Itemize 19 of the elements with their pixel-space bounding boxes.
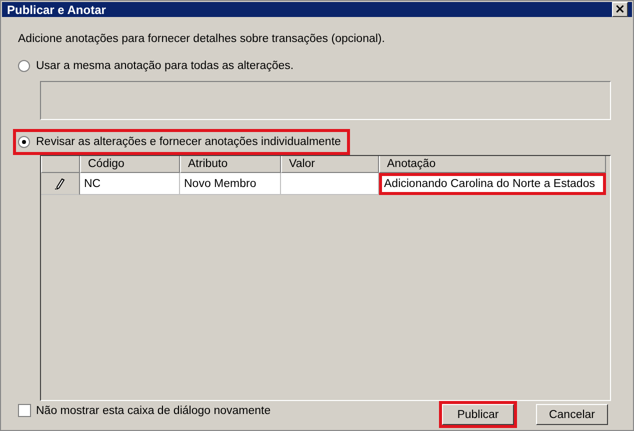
row-selector[interactable] xyxy=(41,173,80,195)
radio-button[interactable] xyxy=(18,136,30,148)
dialog-button[interactable]: Cancelar xyxy=(536,404,608,425)
column-header[interactable]: Atributo xyxy=(180,156,281,173)
column-header[interactable]: Valor xyxy=(281,156,379,173)
window-title: Publicar e Anotar xyxy=(7,2,106,16)
checkbox-label[interactable]: Não mostrar esta caixa de diálogo novamente xyxy=(36,404,271,416)
radio-button[interactable] xyxy=(18,60,30,72)
column-header[interactable]: Código xyxy=(80,156,180,173)
radio-label[interactable]: Usar a mesma anotação para todas as alterações. xyxy=(36,60,294,72)
checkbox[interactable] xyxy=(18,404,31,417)
table-cell: Adicionando Carolina do Norte a Estados xyxy=(379,173,606,195)
dialog-button[interactable]: Publicar xyxy=(442,404,514,425)
column-header[interactable]: Anotação xyxy=(379,156,606,173)
radio-label[interactable]: Revisar as alterações e fornecer anotações individualmente xyxy=(36,136,341,148)
close-button[interactable]: × xyxy=(612,2,628,17)
table-cell: NC xyxy=(80,173,180,195)
table-cell: Novo Membro xyxy=(180,173,281,195)
instruction-text: Adicione anotações para fornecer detalhes sobre transações (opcional). xyxy=(18,33,386,45)
